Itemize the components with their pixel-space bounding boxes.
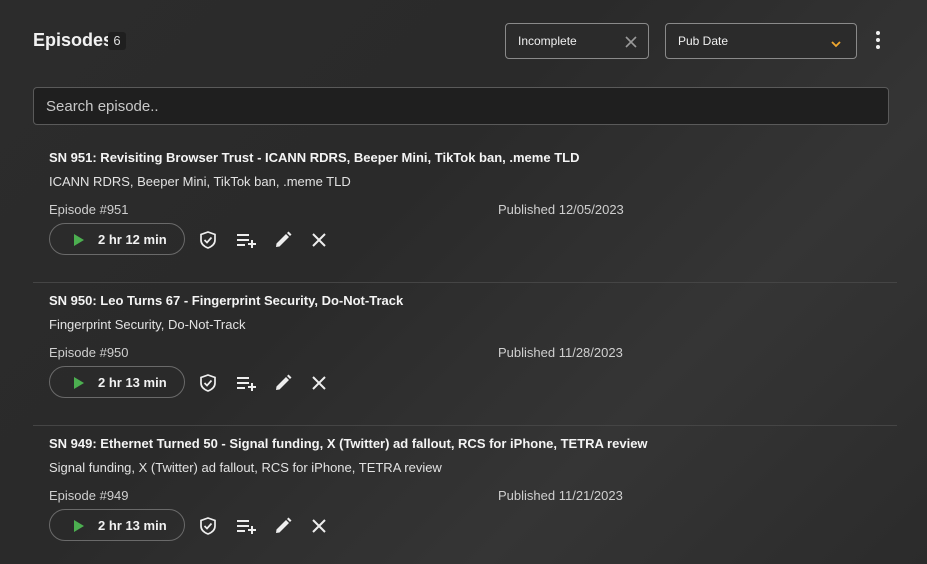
play-button[interactable]: 2 hr 13 min	[49, 366, 185, 398]
episode-published-date: Published 12/05/2023	[498, 202, 624, 217]
episode-published-date: Published 11/21/2023	[498, 488, 623, 503]
episode-item: SN 949: Ethernet Turned 50 - Signal fund…	[0, 426, 927, 564]
episode-published-date: Published 11/28/2023	[498, 345, 623, 360]
shield-check-icon[interactable]	[198, 373, 218, 393]
shield-check-icon[interactable]	[198, 230, 218, 250]
delete-icon[interactable]	[309, 373, 329, 393]
close-icon[interactable]	[624, 30, 638, 54]
episode-title[interactable]: SN 951: Revisiting Browser Trust - ICANN…	[49, 150, 579, 165]
edit-icon[interactable]	[273, 516, 293, 536]
episode-count-badge: 6	[108, 32, 126, 50]
more-vert-icon[interactable]	[872, 31, 884, 51]
episode-duration: 2 hr 13 min	[98, 518, 167, 533]
episode-subtitle: Fingerprint Security, Do-Not-Track	[49, 317, 246, 332]
edit-icon[interactable]	[273, 230, 293, 250]
shield-check-icon[interactable]	[198, 516, 218, 536]
episode-subtitle: Signal funding, X (Twitter) ad fallout, …	[49, 460, 442, 475]
playlist-add-icon[interactable]	[236, 230, 256, 250]
playlist-add-icon[interactable]	[236, 373, 256, 393]
edit-icon[interactable]	[273, 373, 293, 393]
delete-icon[interactable]	[309, 230, 329, 250]
playlist-add-icon[interactable]	[236, 516, 256, 536]
search-input[interactable]	[33, 87, 889, 125]
episode-subtitle: ICANN RDRS, Beeper Mini, TikTok ban, .me…	[49, 174, 351, 189]
episode-number: Episode #951	[49, 202, 129, 217]
episode-number: Episode #950	[49, 345, 129, 360]
episode-number: Episode #949	[49, 488, 129, 503]
chevron-down-icon	[830, 36, 842, 54]
episode-item: SN 951: Revisiting Browser Trust - ICANN…	[0, 140, 927, 283]
status-filter-value: Incomplete	[518, 34, 577, 48]
play-icon	[73, 233, 85, 252]
play-button[interactable]: 2 hr 12 min	[49, 223, 185, 255]
page-title: Episodes	[33, 30, 114, 50]
episode-title[interactable]: SN 950: Leo Turns 67 - Fingerprint Secur…	[49, 293, 403, 308]
header: Episodes 6 Incomplete Pub Date	[0, 0, 927, 80]
episode-duration: 2 hr 12 min	[98, 232, 167, 247]
status-filter-select[interactable]: Incomplete	[505, 23, 649, 59]
sort-value: Pub Date	[678, 34, 729, 48]
episode-title[interactable]: SN 949: Ethernet Turned 50 - Signal fund…	[49, 436, 648, 451]
episode-duration: 2 hr 13 min	[98, 375, 167, 390]
sort-select[interactable]: Pub Date	[665, 23, 857, 59]
play-button[interactable]: 2 hr 13 min	[49, 509, 185, 541]
play-icon	[73, 519, 85, 538]
play-icon	[73, 376, 85, 395]
episode-item: SN 950: Leo Turns 67 - Fingerprint Secur…	[0, 283, 927, 426]
delete-icon[interactable]	[309, 516, 329, 536]
